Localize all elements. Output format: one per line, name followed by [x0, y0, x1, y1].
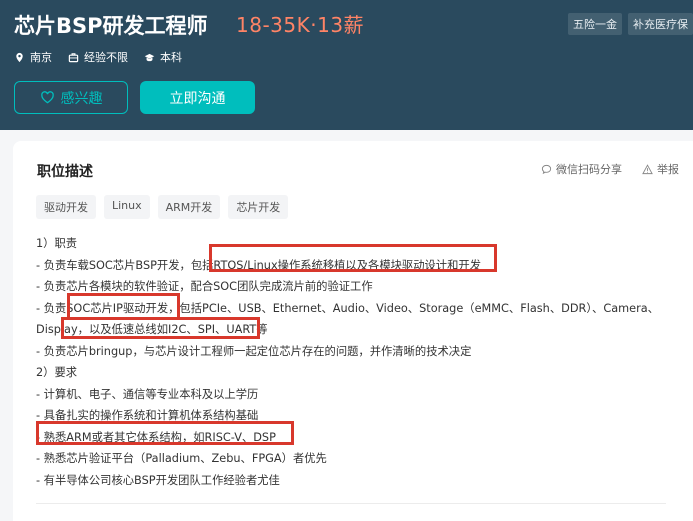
- education: 本科: [144, 49, 182, 65]
- location: 南京: [14, 49, 52, 65]
- skill-tag: 芯片开发: [228, 195, 289, 219]
- chat-now-button[interactable]: 立即沟通: [140, 81, 255, 114]
- location-pin-icon: [16, 52, 23, 62]
- benefit-tag: 补充医疗保: [628, 13, 693, 35]
- chat-bubble-icon: [541, 164, 552, 174]
- job-meta: 南京 经验不限 本科: [14, 49, 182, 65]
- report-link[interactable]: 举报: [642, 161, 679, 177]
- graduation-cap-icon: [144, 53, 155, 61]
- interest-button-label: 感兴趣: [60, 90, 103, 107]
- skill-tags: 驱动开发 Linux ARM开发 芯片开发: [36, 195, 289, 219]
- highlight-box: [36, 421, 294, 445]
- description-line: 2）要求: [36, 366, 78, 379]
- heart-icon: [40, 91, 54, 104]
- experience-label: 经验不限: [84, 51, 128, 64]
- skill-tag: 驱动开发: [36, 195, 96, 219]
- benefit-tag: 五险一金: [568, 13, 622, 35]
- report-label: 举报: [657, 163, 679, 176]
- education-label: 本科: [160, 51, 182, 64]
- description-line: - 计算机、电子、通信等专业本科及以上学历: [36, 387, 259, 401]
- description-line: - 有半导体公司核心BSP开发团队工作经验者尤佳: [36, 473, 280, 487]
- card-actions: 微信扫码分享 举报: [541, 161, 679, 177]
- salary: 18-35K·13薪: [236, 13, 365, 37]
- warning-icon: [642, 163, 653, 174]
- divider: [36, 503, 666, 504]
- benefit-tags: 五险一金 补充医疗保: [568, 13, 693, 35]
- section-title: 职位描述: [37, 164, 93, 180]
- job-title: 芯片BSP研发工程师: [14, 14, 208, 38]
- skill-tag: ARM开发: [157, 195, 221, 219]
- highlight-box: [209, 244, 497, 272]
- interest-button[interactable]: 感兴趣: [14, 81, 128, 114]
- briefcase-icon: [68, 52, 79, 62]
- highlight-box: [67, 293, 180, 320]
- wechat-share-label: 微信扫码分享: [556, 163, 622, 176]
- description-line: - 熟悉芯片验证平台（Palladium、Zebu、FPGA）者优先: [36, 452, 327, 465]
- wechat-share-link[interactable]: 微信扫码分享: [541, 161, 622, 177]
- experience: 经验不限: [68, 49, 128, 65]
- location-label: 南京: [30, 51, 52, 64]
- job-header: 芯片BSP研发工程师 18-35K·13薪 五险一金 补充医疗保 南京 经验不限…: [0, 0, 693, 130]
- description-line: - 负责芯片bringup，与芯片设计工程师一起定位芯片存在的问题，并作清晰的技…: [36, 344, 472, 358]
- highlight-box: [61, 317, 260, 339]
- skill-tag: Linux: [104, 195, 150, 219]
